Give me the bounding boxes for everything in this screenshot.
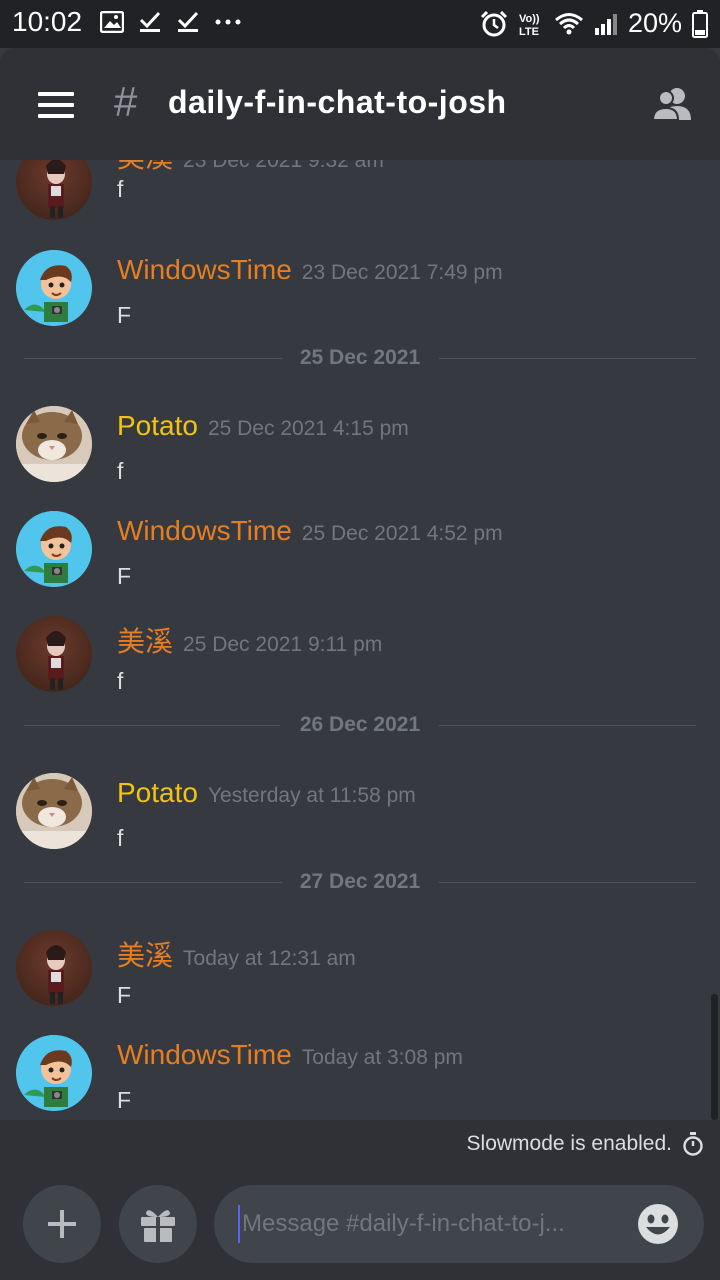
members-icon[interactable] [650, 86, 694, 122]
avatar[interactable] [16, 773, 92, 849]
message-content: F [117, 982, 132, 1008]
message-input-container[interactable] [214, 1185, 704, 1263]
slowmode-text: Slowmode is enabled. [466, 1132, 672, 1155]
task-check-icon [177, 11, 199, 32]
hamburger-menu-icon[interactable] [38, 92, 74, 118]
message-input[interactable] [238, 1205, 628, 1243]
anime-girl-avatar-image [46, 631, 66, 690]
message-content: F [117, 302, 132, 328]
message-author[interactable]: WindowsTime 25 Dec 2021 4:52 pm [117, 515, 503, 547]
message-item[interactable]: 美溪 23 Dec 2021 9:32 am f [0, 160, 700, 236]
channel-hash-icon: # [114, 78, 138, 125]
message-list[interactable]: 美溪 23 Dec 2021 9:32 am f WindowsTime 23 De… [0, 160, 720, 1120]
more-notifications-icon [215, 19, 241, 25]
author-name[interactable]: Potato [117, 777, 198, 808]
signal-icon [594, 13, 617, 35]
message-timestamp: 23 Dec 2021 7:49 pm [301, 261, 503, 284]
gift-icon [141, 1210, 175, 1242]
message-timestamp: Today at 12:31 am [183, 947, 356, 970]
battery-icon [692, 9, 708, 38]
author-name[interactable]: 美溪 [117, 160, 173, 173]
message-author[interactable]: Potato Yesterday at 11:58 pm [117, 777, 416, 809]
emoji-icon[interactable] [636, 1202, 680, 1246]
message-item[interactable]: Potato 25 Dec 2021 4:15 pm f [0, 404, 700, 504]
message-content: f [117, 458, 124, 484]
battery-percent: 20% [627, 8, 682, 38]
avatar[interactable] [16, 1035, 92, 1111]
channel-title[interactable]: daily-f-in-chat-to-josh [168, 84, 507, 121]
date-divider: 25 Dec 2021 [24, 344, 696, 374]
author-name[interactable]: 美溪 [117, 940, 173, 971]
cat-avatar-image [16, 406, 92, 482]
message-item[interactable]: Potato Yesterday at 11:58 pm f [0, 771, 700, 871]
avatar[interactable] [16, 511, 92, 587]
message-timestamp: 23 Dec 2021 9:32 am [183, 160, 384, 172]
author-name[interactable]: WindowsTime [117, 254, 292, 285]
gallery-icon [100, 11, 124, 33]
message-content: F [117, 1087, 132, 1113]
message-timestamp: 25 Dec 2021 9:11 pm [183, 633, 383, 656]
volte-icon: Vo))LTE [519, 13, 540, 38]
avatar[interactable] [16, 160, 92, 220]
cartoon-boy-avatar-image [16, 1035, 92, 1111]
author-name[interactable]: WindowsTime [117, 515, 292, 546]
svg-text:Vo)): Vo)) [519, 13, 540, 25]
message-timestamp: 25 Dec 2021 4:15 pm [207, 417, 409, 440]
avatar[interactable] [16, 616, 92, 692]
message-timestamp: Today at 3:08 pm [301, 1046, 463, 1069]
network-label: LTE [519, 26, 539, 38]
cartoon-boy-avatar-image [16, 511, 92, 587]
channel-header: # daily-f-in-chat-to-josh [0, 48, 720, 160]
status-bar: 10:02 Vo)) LTE 20% [0, 0, 720, 48]
message-item[interactable]: WindowsTime 23 Dec 2021 7:49 pm F [0, 248, 700, 348]
message-content: f [117, 176, 124, 202]
message-timestamp: 25 Dec 2021 4:52 pm [301, 522, 503, 545]
anime-girl-avatar-image [46, 945, 66, 1004]
date-divider-label: 27 Dec 2021 [299, 870, 421, 893]
stopwatch-icon [683, 1132, 703, 1156]
message-item[interactable]: WindowsTime 25 Dec 2021 4:52 pm F [0, 509, 700, 609]
message-author[interactable]: Potato 25 Dec 2021 4:15 pm [117, 410, 409, 442]
author-name[interactable]: Potato [117, 410, 198, 441]
plus-icon [48, 1210, 76, 1238]
message-scrollbar[interactable] [711, 994, 718, 1120]
message-timestamp: Yesterday at 11:58 pm [207, 784, 416, 807]
alarm-icon [480, 10, 508, 36]
gift-button[interactable] [119, 1185, 197, 1263]
message-author[interactable]: 美溪 Today at 12:31 am [117, 934, 356, 974]
wifi-icon [554, 12, 583, 34]
date-divider: 27 Dec 2021 [24, 868, 696, 898]
message-content: F [117, 563, 132, 589]
date-divider: 26 Dec 2021 [24, 711, 696, 741]
message-author[interactable]: WindowsTime 23 Dec 2021 7:49 pm [117, 254, 503, 286]
system-icons: Vo)) LTE 20% [480, 8, 708, 39]
author-name[interactable]: WindowsTime [117, 1039, 292, 1070]
avatar[interactable] [16, 250, 92, 326]
message-item[interactable]: WindowsTime Today at 3:08 pm F [0, 1033, 700, 1120]
message-item[interactable]: 美溪 Today at 12:31 am F [0, 928, 700, 1028]
message-content: f [117, 668, 124, 694]
author-name[interactable]: 美溪 [117, 626, 173, 657]
avatar[interactable] [16, 930, 92, 1006]
cat-avatar-image [16, 773, 92, 849]
message-content: f [117, 825, 124, 851]
slowmode-bar: Slowmode is enabled. [0, 1120, 720, 1168]
anime-girl-avatar-image [46, 160, 66, 218]
message-author[interactable]: 美溪 23 Dec 2021 9:32 am [117, 160, 384, 176]
task-check-icon [139, 11, 161, 32]
message-author[interactable]: WindowsTime Today at 3:08 pm [117, 1039, 463, 1071]
notification-icons [100, 10, 242, 34]
avatar[interactable] [16, 406, 92, 482]
add-attachment-button[interactable] [23, 1185, 101, 1263]
date-divider-label: 25 Dec 2021 [299, 346, 421, 369]
message-composer [0, 1168, 720, 1280]
status-time: 10:02 [12, 6, 83, 37]
message-item[interactable]: 美溪 25 Dec 2021 9:11 pm f [0, 614, 700, 714]
cartoon-boy-avatar-image [16, 250, 92, 326]
date-divider-label: 26 Dec 2021 [299, 713, 421, 736]
message-author[interactable]: 美溪 25 Dec 2021 9:11 pm [117, 620, 382, 660]
